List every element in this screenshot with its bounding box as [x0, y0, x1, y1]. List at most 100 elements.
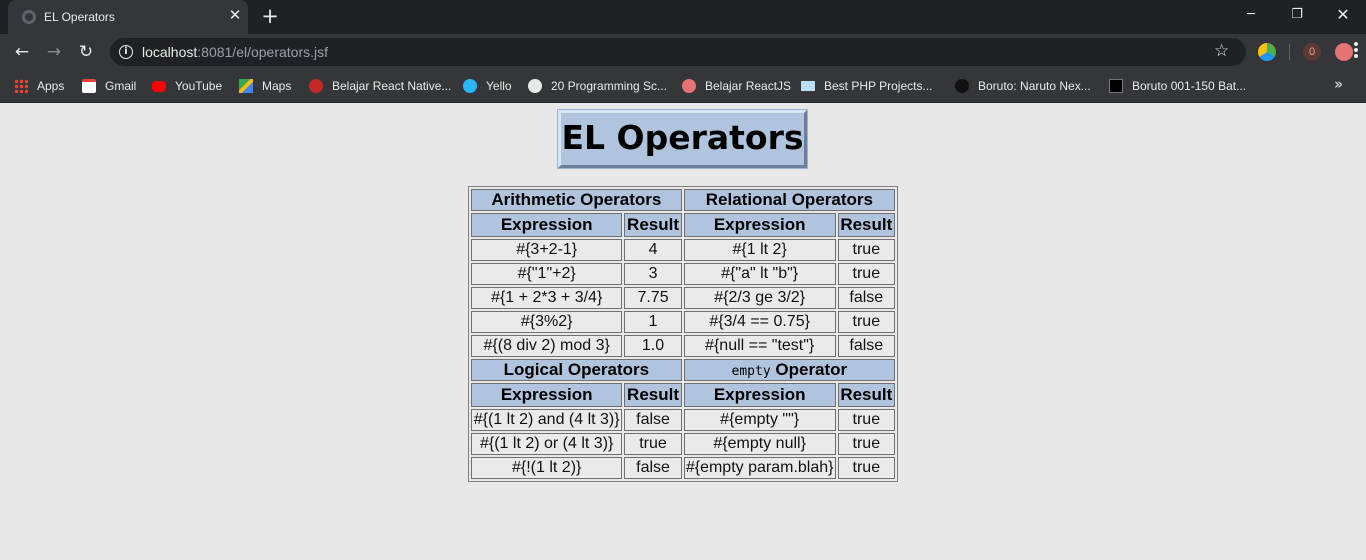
result-cell: true — [837, 239, 895, 261]
table-row: #{3+2-1} 4 #{1 lt 2} true — [471, 239, 895, 261]
url-text: localhost:8081/el/operators.jsf — [142, 44, 329, 60]
bookmark-site-icon — [682, 79, 696, 93]
bookmark-boruto-1[interactable]: Boruto: Naruto Nex... — [955, 77, 1091, 95]
expression-cell: #{empty param.blah} — [683, 457, 836, 479]
column-header-result: Result — [624, 213, 682, 237]
browser-toolbar: ← → ↻ i localhost:8081/el/operators.jsf … — [0, 34, 1366, 70]
bookmark-site-icon — [309, 79, 323, 93]
toolbar-divider — [1289, 44, 1290, 60]
table-row: #{1 + 2*3 + 3/4} 7.75 #{2/3 ge 3/2} fals… — [471, 287, 895, 309]
back-button[interactable]: ← — [8, 38, 36, 66]
table-row: #{(1 lt 2) and (4 lt 3)} false #{empty "… — [471, 409, 895, 431]
bookmark-yello[interactable]: Yello — [463, 77, 512, 95]
column-header-expression: Expression — [471, 213, 623, 237]
table-row: #{(8 div 2) mod 3} 1.0 #{null == "test"}… — [471, 335, 895, 357]
globe-icon — [528, 79, 542, 93]
bookmark-gmail[interactable]: Gmail — [82, 77, 136, 95]
expression-cell: #{"1"+2} — [471, 263, 623, 285]
bookmark-site-icon — [801, 81, 815, 91]
result-cell: true — [837, 263, 895, 285]
expression-cell: #{empty ""} — [683, 409, 836, 431]
bookmarks-bar: Apps Gmail YouTube Maps Belajar React Na… — [0, 70, 1366, 103]
column-header-expression: Expression — [683, 383, 836, 407]
result-cell: false — [837, 335, 895, 357]
bookmark-star-icon[interactable]: ☆ — [1214, 41, 1229, 61]
maps-icon — [239, 79, 253, 93]
browser-tab[interactable]: EL Operators ✕ — [8, 0, 248, 34]
bookmark-react-native[interactable]: Belajar React Native... — [309, 77, 451, 95]
apps-grid-icon — [14, 79, 28, 93]
address-bar[interactable]: i localhost:8081/el/operators.jsf ☆ — [110, 38, 1246, 66]
table-row: #{3%2} 1 #{3/4 == 0.75} true — [471, 311, 895, 333]
bookmark-site-icon — [955, 79, 969, 93]
expression-cell: #{null == "test"} — [683, 335, 836, 357]
expression-cell: #{3+2-1} — [471, 239, 623, 261]
empty-heading-label: Operator — [770, 360, 848, 379]
column-header-result: Result — [624, 383, 682, 407]
bookmark-php[interactable]: Best PHP Projects... — [801, 77, 933, 95]
column-header-expression: Expression — [683, 213, 836, 237]
table-row: #{(1 lt 2) or (4 lt 3)} true #{empty nul… — [471, 433, 895, 455]
expression-cell: #{3/4 == 0.75} — [683, 311, 836, 333]
bookmark-boruto-2[interactable]: Boruto 001-150 Bat... — [1109, 77, 1246, 95]
chevron-double-right-icon[interactable]: » — [1334, 75, 1343, 93]
expression-cell: #{!(1 lt 2)} — [471, 457, 623, 479]
info-icon[interactable]: i — [119, 45, 133, 59]
bookmark-site-icon — [1109, 79, 1123, 93]
expression-cell: #{(1 lt 2) and (4 lt 3)} — [471, 409, 623, 431]
bookmark-reactjs[interactable]: Belajar ReactJS — [682, 77, 791, 95]
column-header-expression: Expression — [471, 383, 623, 407]
result-cell: true — [837, 311, 895, 333]
section-heading-relational: Relational Operators — [683, 189, 895, 211]
result-cell: 3 — [624, 263, 682, 285]
column-header-result: Result — [837, 383, 895, 407]
expression-cell: #{empty null} — [683, 433, 836, 455]
empty-keyword: empty — [731, 364, 771, 379]
bookmark-programming[interactable]: 20 Programming Sc... — [528, 77, 667, 95]
gmail-icon — [82, 79, 96, 93]
expression-cell: #{"a" lt "b"} — [683, 263, 836, 285]
reload-button[interactable]: ↻ — [72, 38, 100, 66]
tab-strip: EL Operators ✕ + ─ ❐ ✕ — [0, 0, 1366, 34]
expression-cell: #{1 lt 2} — [683, 239, 836, 261]
section-heading-logical: Logical Operators — [471, 359, 682, 381]
youtube-icon — [152, 80, 166, 92]
bookmark-site-icon — [463, 79, 477, 93]
new-tab-button[interactable]: + — [258, 5, 282, 29]
close-window-button[interactable]: ✕ — [1320, 0, 1366, 30]
expression-cell: #{(1 lt 2) or (4 lt 3)} — [471, 433, 623, 455]
result-cell: true — [624, 433, 682, 455]
expression-cell: #{(8 div 2) mod 3} — [471, 335, 623, 357]
result-cell: false — [624, 457, 682, 479]
expression-cell: #{2/3 ge 3/2} — [683, 287, 836, 309]
extension-counter-badge[interactable]: 0 — [1303, 43, 1321, 61]
restore-button[interactable]: ❐ — [1274, 0, 1320, 30]
expression-cell: #{3%2} — [471, 311, 623, 333]
result-cell: true — [837, 409, 895, 431]
bookmark-maps[interactable]: Maps — [239, 77, 291, 95]
page-title-box: EL Operators — [557, 109, 808, 169]
bookmark-youtube[interactable]: YouTube — [152, 77, 222, 95]
close-tab-icon[interactable]: ✕ — [226, 7, 244, 25]
forward-button[interactable]: → — [40, 38, 68, 66]
result-cell: true — [837, 457, 895, 479]
table-row: #{"1"+2} 3 #{"a" lt "b"} true — [471, 263, 895, 285]
result-cell: false — [837, 287, 895, 309]
tab-title: EL Operators — [44, 10, 115, 24]
bookmark-apps[interactable]: Apps — [14, 77, 64, 95]
result-cell: true — [837, 433, 895, 455]
section-heading-empty: empty Operator — [683, 359, 895, 381]
globe-icon — [22, 10, 36, 24]
section-heading-arithmetic: Arithmetic Operators — [471, 189, 682, 211]
column-header-result: Result — [837, 213, 895, 237]
extension-icon[interactable] — [1258, 43, 1276, 61]
menu-dots-icon[interactable] — [1350, 40, 1362, 64]
expression-cell: #{1 + 2*3 + 3/4} — [471, 287, 623, 309]
result-cell: 4 — [624, 239, 682, 261]
minimize-button[interactable]: ─ — [1228, 0, 1274, 30]
result-cell: 1.0 — [624, 335, 682, 357]
result-cell: 1 — [624, 311, 682, 333]
page-title: EL Operators — [561, 118, 804, 157]
result-cell: 7.75 — [624, 287, 682, 309]
table-row: #{!(1 lt 2)} false #{empty param.blah} t… — [471, 457, 895, 479]
